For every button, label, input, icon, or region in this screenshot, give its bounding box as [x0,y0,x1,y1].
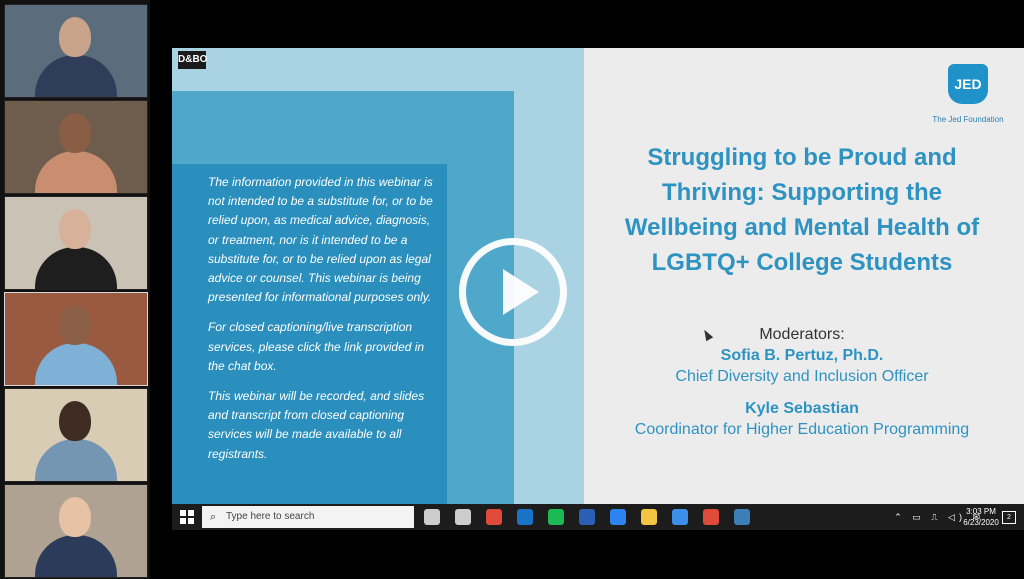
participant-tile[interactable] [4,484,148,578]
windows-taskbar: ⌕ Type here to search ⌃ ▭ ⎍ ◁) ✉ 3:03 PM… [172,504,1024,530]
disclaimer-paragraph: This webinar will be recorded, and slide… [208,389,425,461]
participant-tile[interactable] [4,388,148,482]
slide-title-line: Struggling to be Proud and [647,144,957,171]
spotify-icon[interactable] [548,509,564,525]
participant-strip [0,0,150,579]
shared-screen: D&BO The information provided in this we… [172,48,1024,530]
slide-title-line: Thriving: Supporting the [662,179,942,206]
chrome-icon[interactable] [486,509,502,525]
moderator-role: Coordinator for Higher Education Program… [634,421,970,438]
play-icon [503,269,539,315]
search-icon: ⌕ [210,511,217,523]
participant-head [59,401,91,441]
moderator-name: Kyle Sebastian [745,400,859,417]
participant-tile[interactable] [4,4,148,98]
cortana-icon[interactable] [424,509,440,525]
moderator-role: Chief Diversity and Inclusion Officer [675,368,929,385]
notification-center-icon[interactable]: 2 [1002,511,1016,524]
slide-title-line: LGBTQ+ College Students [651,249,953,276]
file-explorer-icon[interactable] [641,509,657,525]
taskbar-search-box[interactable]: ⌕ Type here to search [202,506,414,528]
participant-head [59,209,91,249]
moderators-block: Moderators: Sofia B. Pertuz, Ph.D. Chief… [592,324,1012,440]
moderators-label: Moderators: [759,326,845,343]
slide-title-line: Wellbeing and Mental Health of [624,214,980,241]
participant-head [59,17,91,57]
participant-tile-active-speaker[interactable] [4,292,148,386]
disclaimer-paragraph: For closed captioning/live transcription… [208,320,425,373]
brand-mark: D&BO [178,51,207,69]
moderator-name: Sofia B. Pertuz, Ph.D. [720,347,884,364]
participant-head [59,113,91,153]
search-placeholder: Type here to search [226,511,315,522]
slide-title: Struggling to be Proud and Thriving: Sup… [592,140,1012,280]
jed-logo: JED [948,64,988,104]
participant-tile[interactable] [4,196,148,290]
jed-logo-caption: The Jed Foundation [932,115,1004,124]
outlook-icon[interactable] [517,509,533,525]
disclaimer-paragraph: The information provided in this webinar… [208,175,433,305]
taskbar-clock[interactable]: 3:03 PM 6/23/2020 [956,506,1006,528]
clock-date: 6/23/2020 [963,518,999,527]
participant-tile[interactable] [4,100,148,194]
clock-time: 3:03 PM [966,507,996,516]
task-view-icon[interactable] [455,509,471,525]
play-button[interactable] [459,238,567,346]
disclaimer-text: The information provided in this webinar… [208,173,433,475]
chrome-2-icon[interactable] [703,509,719,525]
word-icon[interactable] [579,509,595,525]
app-icon[interactable] [734,509,750,525]
participant-head [59,305,91,345]
participant-head [59,497,91,537]
presentation-slide: D&BO The information provided in this we… [172,48,1024,504]
dropbox-icon[interactable] [610,509,626,525]
edge-icon[interactable] [672,509,688,525]
windows-start-icon[interactable] [180,510,194,524]
